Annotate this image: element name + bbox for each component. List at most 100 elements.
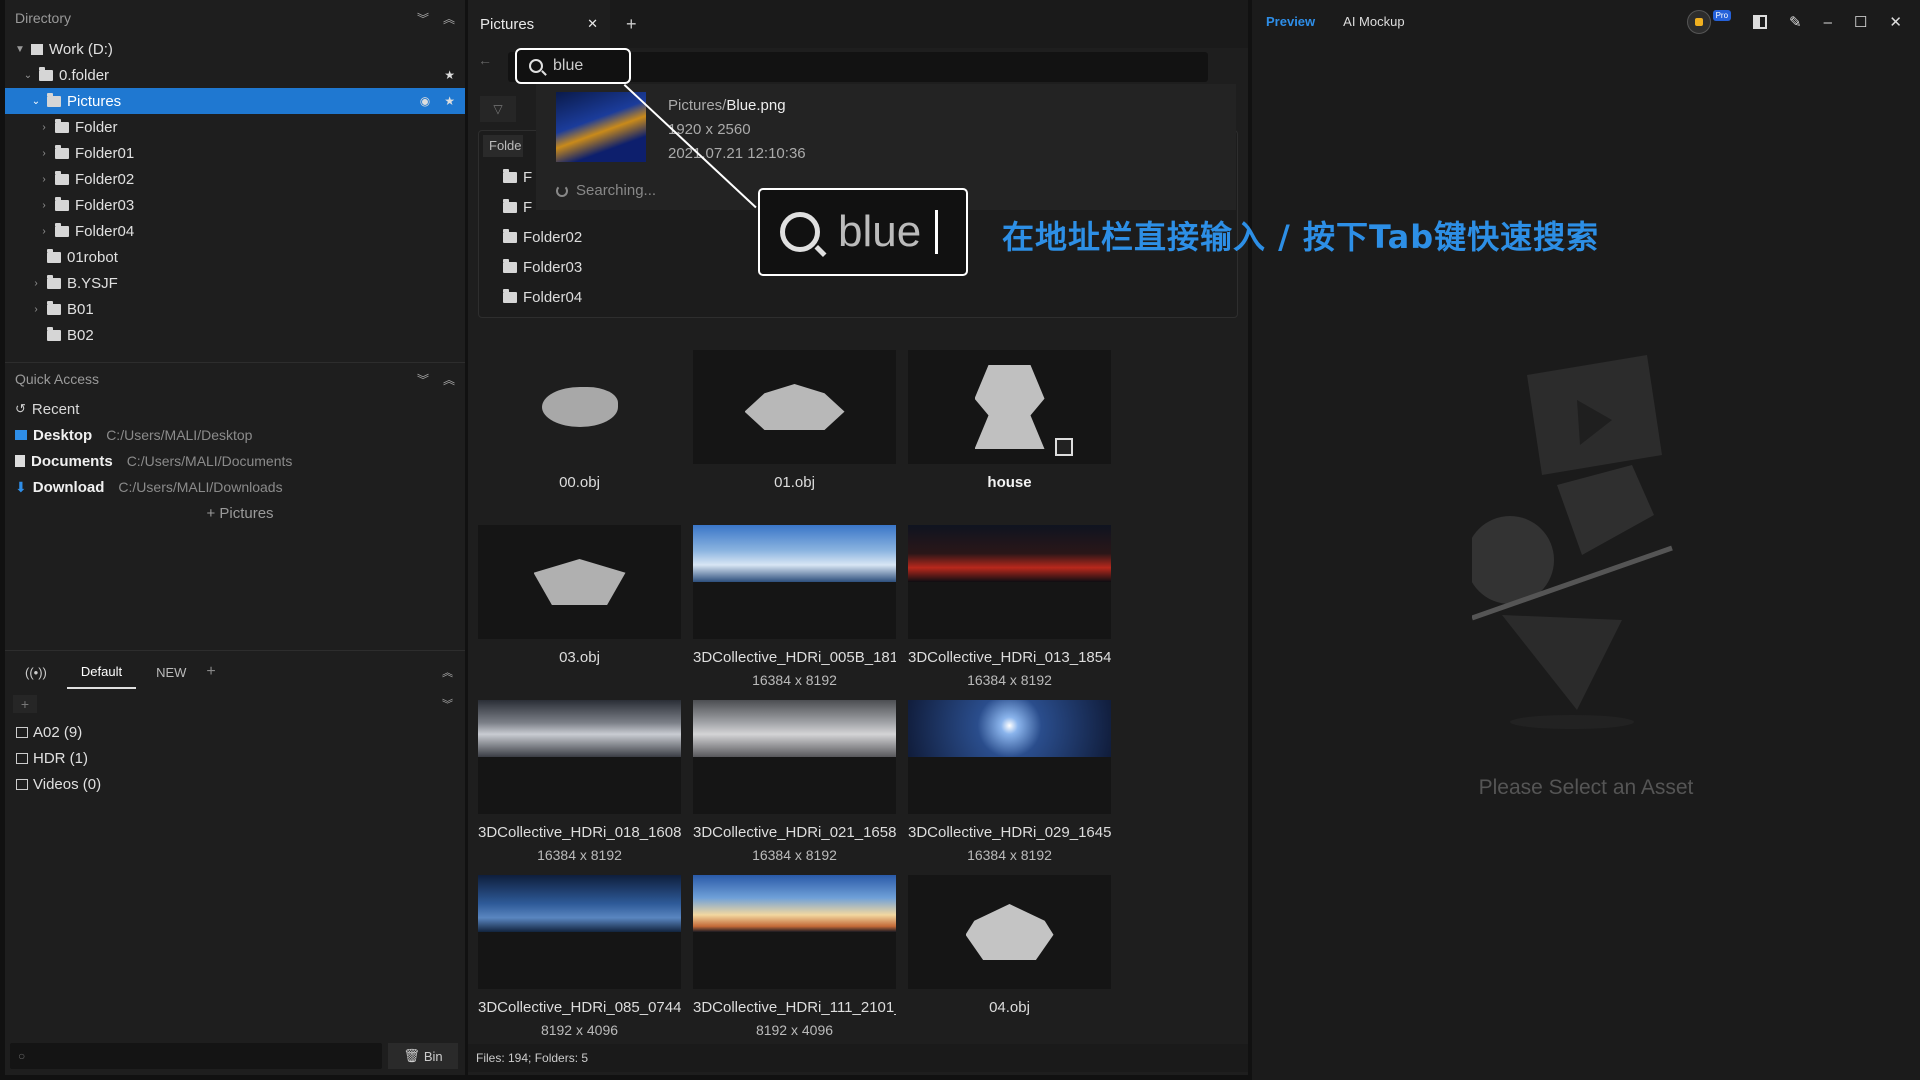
bin-label: Bin	[423, 1048, 443, 1064]
asset-card[interactable]: 3DCollective_HDRi_029_1645_+ 16384 x 819…	[908, 700, 1111, 863]
asset-card[interactable]: 03.obj	[478, 525, 681, 666]
chevron-right-icon[interactable]: ›	[37, 174, 51, 185]
tree-item-01robot[interactable]: 01robot	[5, 244, 465, 270]
asset-card[interactable]: 04.obj	[908, 875, 1111, 1016]
quick-access-name: Desktop	[33, 426, 93, 444]
result-info[interactable]: Pictures/Blue.png 1920 x 2560 2021.07.21…	[668, 94, 806, 166]
folders-tab[interactable]: Folde	[483, 135, 523, 157]
quick-access-name: Download	[32, 478, 105, 496]
tree-item-work-drive[interactable]: ▼ Work (D:)	[5, 36, 465, 62]
close-icon[interactable]: ✕	[587, 16, 598, 32]
asset-card[interactable]: 3DCollective_HDRi_111_2101_8K 8192 x 409…	[693, 875, 896, 1038]
asset-name: 03.obj	[559, 649, 600, 666]
collapse-icon[interactable]: ︾	[417, 10, 429, 27]
folder-icon	[503, 228, 517, 243]
bin-button[interactable]: 🗑 Bin	[388, 1043, 458, 1069]
collapse-icon[interactable]: ︾	[417, 371, 429, 388]
add-collection-button[interactable]: +	[13, 695, 37, 713]
tab-default[interactable]: Default	[66, 656, 137, 689]
minimize-panel-icon[interactable]: ︽	[443, 10, 455, 27]
tree-item-folder01[interactable]: › Folder01	[5, 140, 465, 166]
collapse-icon[interactable]: ︾	[442, 696, 453, 712]
tree-item-folder[interactable]: › Folder	[5, 114, 465, 140]
asset-card[interactable]: 01.obj	[693, 350, 896, 491]
quick-access-desktop[interactable]: Desktop C:/Users/MALI/Desktop	[5, 422, 465, 448]
chevron-right-icon[interactable]: ›	[37, 148, 51, 159]
chevron-right-icon[interactable]: ›	[29, 278, 43, 289]
asset-card[interactable]: house	[908, 350, 1111, 491]
drive-icon	[31, 43, 43, 55]
star-icon[interactable]: ★	[444, 94, 455, 108]
chevron-right-icon[interactable]: ›	[37, 226, 51, 237]
result-thumbnail[interactable]	[556, 92, 646, 162]
tree-item-folder04[interactable]: › Folder04	[5, 218, 465, 244]
folder-item[interactable]: Folder02	[499, 225, 582, 249]
chevron-down-icon[interactable]: ⌄	[21, 70, 35, 81]
folder-item[interactable]: Folder04	[499, 285, 582, 309]
chevron-right-icon[interactable]: ›	[37, 122, 51, 133]
back-arrow-icon[interactable]: ←	[478, 52, 492, 68]
searching-indicator: Searching...	[556, 182, 656, 199]
asset-card[interactable]: 00.obj	[478, 350, 681, 491]
pin-icon[interactable]: ✎	[1789, 13, 1802, 31]
expand-arrow-icon[interactable]: ▼	[13, 44, 27, 55]
minimize-panel-icon[interactable]: ︽	[442, 664, 453, 680]
folder-item[interactable]: Folder03	[499, 255, 582, 279]
tab-pictures[interactable]: Pictures ✕	[468, 0, 610, 48]
asset-card[interactable]: 3DCollective_HDRi_013_1854_1( 16384 x 81…	[908, 525, 1111, 688]
tab-ai-mockup[interactable]: AI Mockup	[1343, 14, 1404, 29]
asset-card[interactable]: 3DCollective_HDRi_005B_1816_ 16384 x 819…	[693, 525, 896, 688]
tree-item-label: Folder04	[75, 222, 135, 240]
filter-icon[interactable]: ▽	[480, 96, 516, 122]
empty-preview-illustration	[1472, 355, 1673, 729]
tab-preview[interactable]: Preview	[1266, 14, 1315, 29]
asset-name: 00.obj	[559, 474, 600, 491]
asset-card[interactable]: 3DCollective_HDRi_085_0744_! 8192 x 4096	[478, 875, 681, 1038]
tree-item-folder02[interactable]: › Folder02	[5, 166, 465, 192]
tree-item-b01[interactable]: › B01	[5, 296, 465, 322]
pro-account-icon[interactable]	[1686, 10, 1711, 34]
layout-toggle-icon[interactable]	[1753, 15, 1768, 29]
asset-dimensions: 16384 x 8192	[752, 672, 837, 688]
asset-name: 3DCollective_HDRi_021_1658_+	[693, 824, 896, 841]
maximize-icon[interactable]: ☐	[1854, 13, 1867, 31]
collection-item-videos[interactable]: Videos (0)	[5, 771, 465, 797]
collection-search-input[interactable]: ○	[10, 1043, 382, 1069]
tree-item-b02[interactable]: B02	[5, 322, 465, 348]
edit-icon[interactable]	[1055, 438, 1073, 456]
folder-item[interactable]: F	[499, 165, 532, 189]
close-icon[interactable]: ✕	[1889, 13, 1902, 31]
tree-item-pictures[interactable]: ⌄ Pictures ◉ ★	[5, 88, 465, 114]
result-path: Pictures/	[668, 97, 727, 114]
quick-access-panel: Quick Access ︾ ︽ ↺ Recent Desktop C:/User…	[5, 362, 465, 652]
nav-arrows: ←	[478, 52, 492, 68]
tab-new[interactable]: NEW	[156, 665, 186, 680]
minimize-icon[interactable]: –	[1824, 14, 1832, 31]
folder-label: F	[523, 198, 533, 216]
minimize-panel-icon[interactable]: ︽	[443, 371, 455, 388]
collection-item-a02[interactable]: A02 (9)	[5, 719, 465, 745]
quick-access-recent[interactable]: ↺ Recent	[5, 396, 465, 422]
asset-card[interactable]: 3DCollective_HDRi_021_1658_+ 16384 x 819…	[693, 700, 896, 863]
quick-access-documents[interactable]: Documents C:/Users/MALI/Documents	[5, 448, 465, 474]
tree-item-0-folder[interactable]: ⌄ 0.folder ★	[5, 62, 465, 88]
asset-card[interactable]: 3DCollective_HDRi_018_1608_+ 16384 x 819…	[478, 700, 681, 863]
folder-label: Folder04	[523, 288, 583, 306]
quick-access-download[interactable]: ⬇ Download C:/Users/MALI/Downloads	[5, 474, 465, 500]
chevron-right-icon[interactable]: ›	[29, 304, 43, 315]
new-tab-button[interactable]: +	[626, 14, 637, 35]
tree-item-folder03[interactable]: › Folder03	[5, 192, 465, 218]
search-input[interactable]: blue	[515, 48, 631, 84]
tip-annotation: 在地址栏直接输入 / 按下Tab键快速搜索	[1002, 218, 1600, 256]
search-icon	[780, 212, 820, 252]
tree-item-bysjf[interactable]: › B.YSJF	[5, 270, 465, 296]
folder-item[interactable]: F	[499, 195, 532, 219]
chevron-right-icon[interactable]: ›	[37, 200, 51, 211]
star-icon[interactable]: ★	[444, 68, 455, 82]
broadcast-icon[interactable]: ((•))	[25, 665, 47, 680]
collection-item-hdr[interactable]: HDR (1)	[5, 745, 465, 771]
eye-icon[interactable]: ◉	[420, 94, 430, 108]
add-tab-icon[interactable]: +	[206, 663, 215, 681]
chevron-down-icon[interactable]: ⌄	[29, 96, 43, 107]
add-quick-access-button[interactable]: + Pictures	[5, 500, 465, 526]
